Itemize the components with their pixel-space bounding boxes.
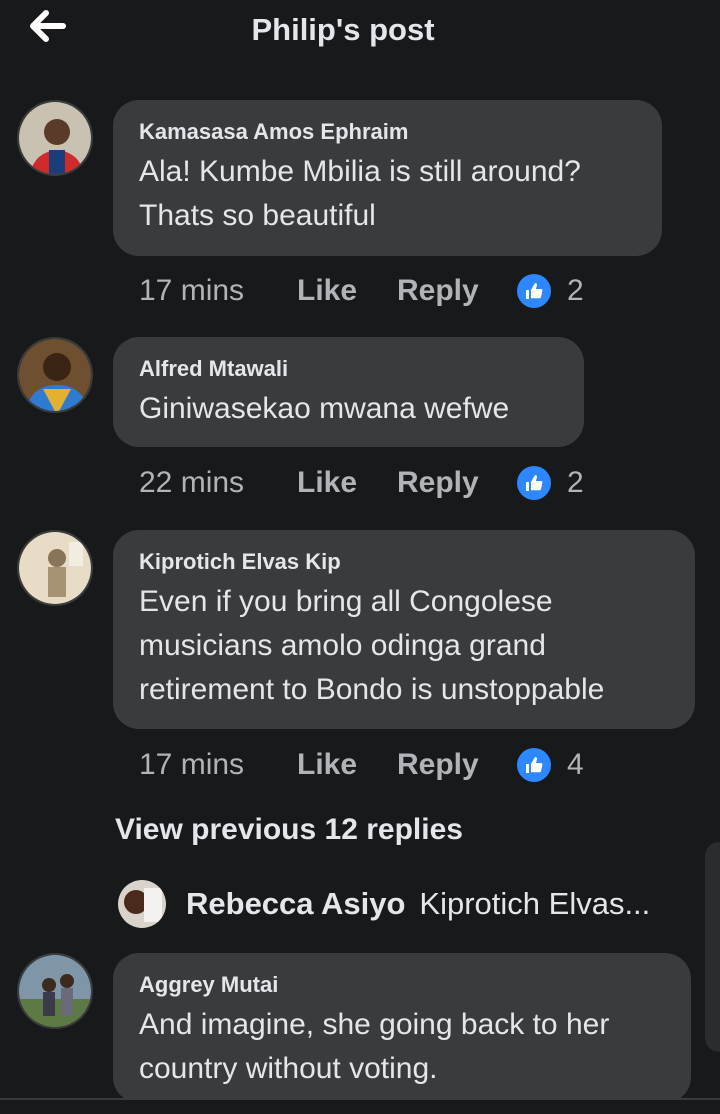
reaction-count[interactable]: 2 — [567, 466, 584, 500]
page-title: Philip's post — [251, 12, 435, 47]
comment-actions: 17 mins Like Reply 4 — [139, 745, 584, 785]
comment-actions: 17 mins Like Reply 2 — [139, 271, 584, 311]
comment-bubble: Aggrey Mutai And imagine, she going back… — [113, 953, 691, 1103]
reply-button[interactable]: Reply — [397, 466, 517, 500]
comment-text: And imagine, she going back to her count… — [139, 1008, 610, 1085]
comment-text: Even if you bring all Congolese musician… — [139, 585, 605, 706]
comment-time[interactable]: 22 mins — [139, 466, 297, 500]
reply-button[interactable]: Reply — [397, 274, 517, 308]
comment-author[interactable]: Alfred Mtawali — [139, 355, 558, 383]
like-button[interactable]: Like — [297, 274, 397, 308]
reaction-count[interactable]: 4 — [567, 748, 584, 782]
comment-bubble: Kiprotich Elvas Kip Even if you bring al… — [113, 530, 695, 729]
comment-author[interactable]: Aggrey Mutai — [139, 971, 665, 999]
comment-bubble: Kamasasa Amos Ephraim Ala! Kumbe Mbilia … — [113, 100, 662, 256]
reaction-count[interactable]: 2 — [567, 274, 584, 308]
comment-bubble: Alfred Mtawali Giniwasekao mwana wefwe — [113, 337, 584, 447]
reply-author[interactable]: Rebecca Asiyo — [186, 886, 405, 922]
avatar[interactable] — [17, 953, 93, 1029]
reply-text: Kiprotich Elvas... — [419, 886, 651, 921]
comment-text: Giniwasekao mwana wefwe — [139, 392, 510, 425]
like-button[interactable]: Like — [297, 466, 397, 500]
like-reaction-icon[interactable] — [517, 466, 551, 500]
avatar[interactable] — [118, 880, 166, 928]
like-reaction-icon[interactable] — [517, 748, 551, 782]
reply-preview[interactable]: Rebecca Asiyo Kiprotich Elvas... — [118, 878, 650, 930]
avatar[interactable] — [17, 100, 93, 176]
like-button[interactable]: Like — [297, 748, 397, 782]
comment-text: Ala! Kumbe Mbilia is still around? Thats… — [139, 155, 581, 232]
like-reaction-icon[interactable] — [517, 274, 551, 308]
top-bar: Philip's post — [0, 0, 720, 64]
reply-button[interactable]: Reply — [397, 748, 517, 782]
scroll-handle[interactable] — [705, 842, 720, 1052]
comment-author[interactable]: Kamasasa Amos Ephraim — [139, 118, 636, 146]
avatar[interactable] — [17, 530, 93, 606]
comment-author[interactable]: Kiprotich Elvas Kip — [139, 548, 669, 576]
view-previous-replies-link[interactable]: View previous 12 replies — [115, 813, 463, 847]
comment-time[interactable]: 17 mins — [139, 748, 297, 782]
comment-actions: 22 mins Like Reply 2 — [139, 463, 584, 503]
comment-time[interactable]: 17 mins — [139, 274, 297, 308]
avatar[interactable] — [17, 337, 93, 413]
